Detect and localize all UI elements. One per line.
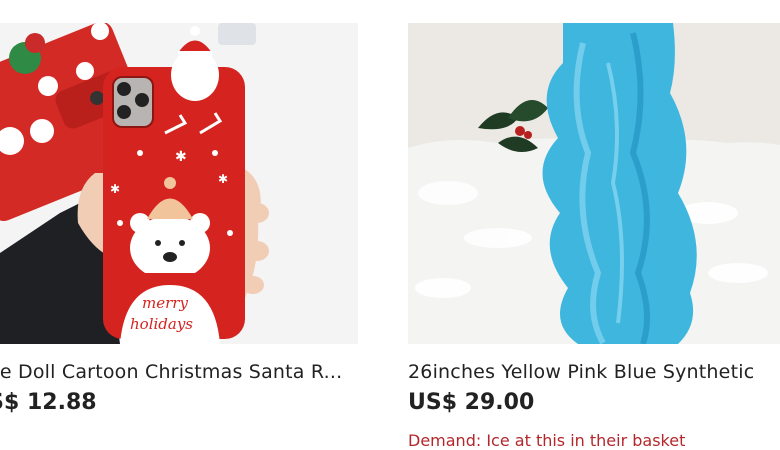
- svg-text:holidays: holidays: [130, 315, 193, 333]
- svg-text:✱: ✱: [218, 172, 228, 186]
- listing-price: JS$ 12.88: [0, 390, 97, 415]
- christmas-phone-case-image: ✱ ✱ ✱ merry holidays: [0, 23, 358, 344]
- svg-text:merry: merry: [142, 294, 188, 312]
- blue-wig-image: [408, 23, 780, 344]
- listing-image-2[interactable]: [408, 23, 780, 344]
- listing-promo-text: Demand: Ice at this in their basket: [408, 431, 686, 450]
- listing-title[interactable]: 26inches Yellow Pink Blue Synthetic: [408, 361, 780, 383]
- listing-title[interactable]: ute Doll Cartoon Christmas Santa R...: [0, 361, 378, 383]
- listing-price: US$ 29.00: [408, 390, 535, 415]
- svg-text:✱: ✱: [110, 182, 120, 196]
- svg-text:✱: ✱: [175, 149, 187, 165]
- listing-image-1[interactable]: ✱ ✱ ✱ merry holidays: [0, 23, 358, 344]
